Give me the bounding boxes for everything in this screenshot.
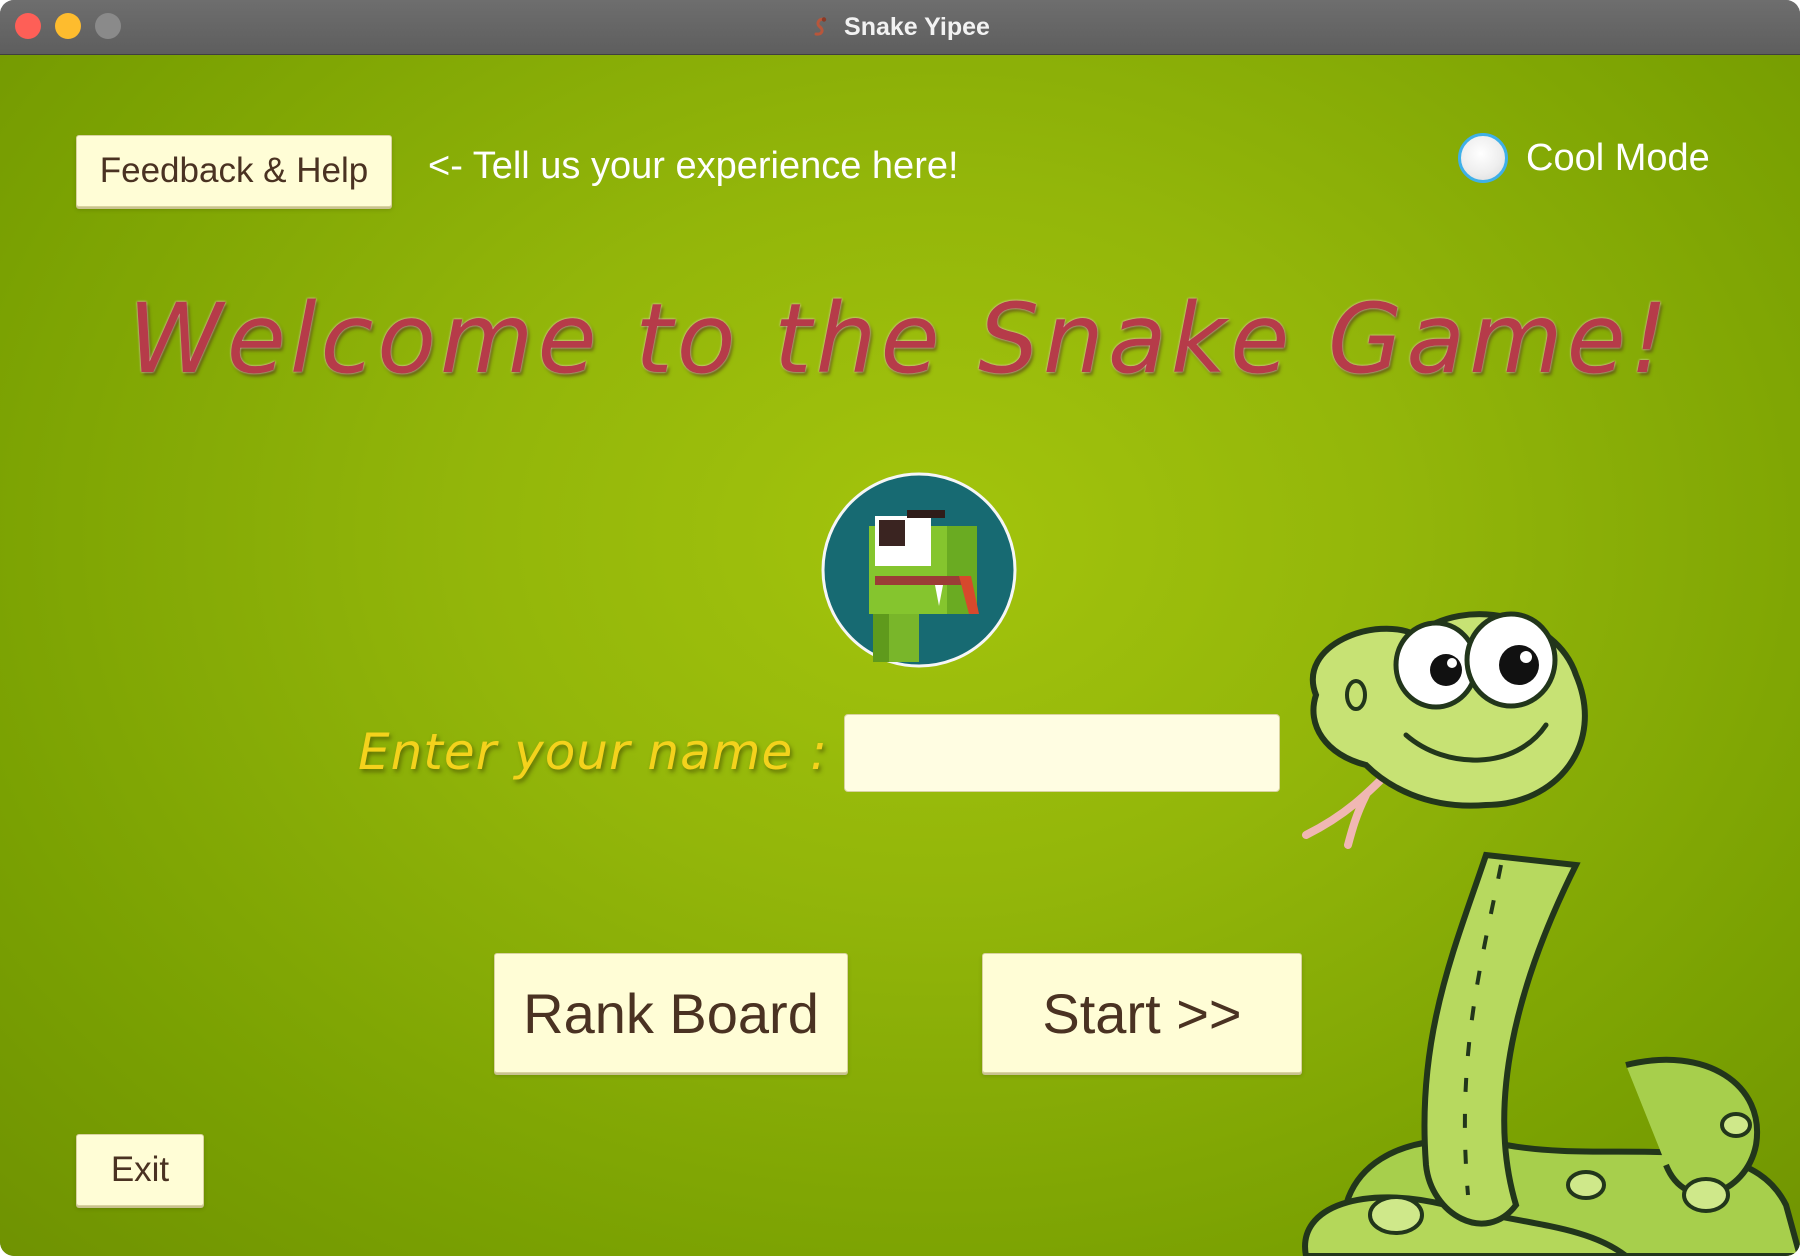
start-button[interactable]: Start >> — [982, 953, 1302, 1073]
title-bar[interactable]: Snake Yipee — [0, 0, 1800, 55]
snake-mascot-illustration — [1302, 611, 1800, 1256]
snake-icon — [814, 17, 827, 36]
feedback-hint-text: <- Tell us your experience here! — [428, 145, 959, 187]
snake-avatar-icon — [821, 472, 1017, 668]
window-title: Snake Yipee — [844, 12, 990, 41]
rank-board-button[interactable]: Rank Board — [494, 953, 848, 1073]
exit-button[interactable]: Exit — [76, 1134, 204, 1206]
window-title-group: Snake Yipee — [0, 0, 1800, 54]
welcome-heading: Welcome to the Snake Game! — [127, 283, 1673, 395]
feedback-help-button[interactable]: Feedback & Help — [76, 135, 392, 207]
cool-mode-label: Cool Mode — [1526, 136, 1710, 179]
name-input[interactable] — [844, 714, 1280, 792]
main-panel: Feedback & Help <- Tell us your experien… — [0, 55, 1800, 1256]
cool-mode-radio[interactable] — [1458, 133, 1508, 183]
app-window: Snake Yipee Feedback & Help <- Tell us y… — [0, 0, 1800, 1256]
cool-mode-toggle[interactable]: Cool Mode — [1458, 133, 1710, 183]
name-label: Enter your name : — [358, 723, 828, 781]
